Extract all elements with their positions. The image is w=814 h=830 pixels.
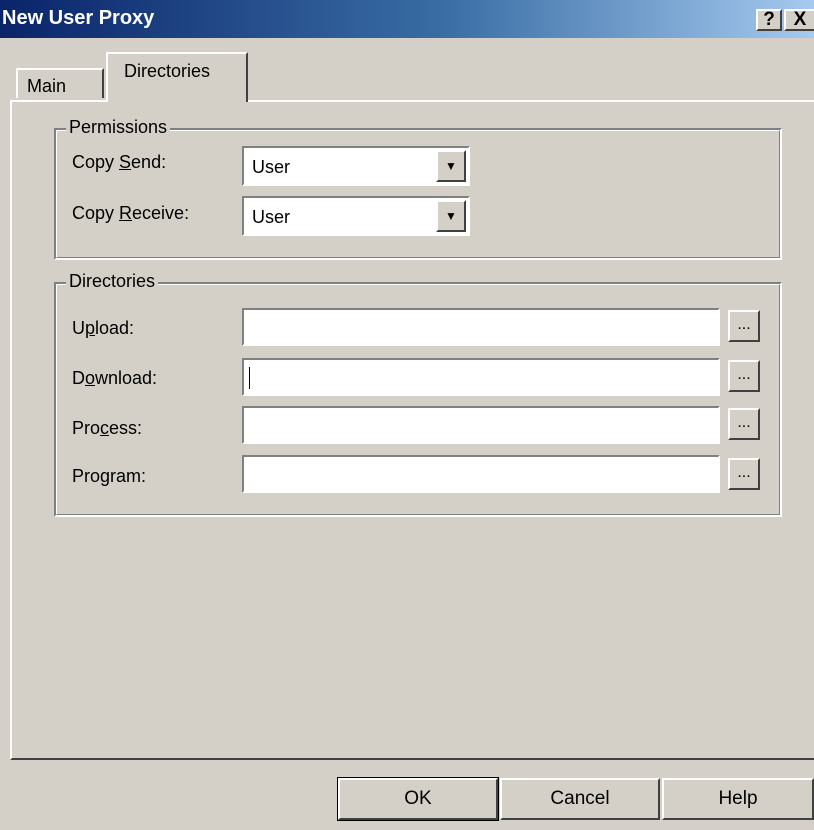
program-input[interactable] xyxy=(242,455,720,493)
upload-input[interactable] xyxy=(242,308,720,346)
title-bar: New User Proxy ? X xyxy=(0,0,814,38)
chevron-down-icon[interactable]: ▼ xyxy=(436,200,466,232)
upload-browse-button[interactable]: ... xyxy=(728,310,760,342)
copy-send-select[interactable]: User ▼ xyxy=(242,146,470,186)
download-browse-button[interactable]: ... xyxy=(728,360,760,392)
download-input[interactable] xyxy=(242,358,720,396)
download-label: Download: xyxy=(72,368,158,388)
upload-label: Upload: xyxy=(72,318,135,338)
program-browse-button[interactable]: ... xyxy=(728,458,760,490)
help-button[interactable]: Help xyxy=(662,778,814,820)
directories-legend: Directories xyxy=(66,271,159,292)
copy-send-value: User xyxy=(252,157,291,177)
tab-main[interactable]: Main xyxy=(16,68,104,98)
tab-directories[interactable]: Directories xyxy=(106,52,248,102)
ok-button[interactable]: OK xyxy=(337,777,499,821)
copy-receive-select[interactable]: User ▼ xyxy=(242,196,470,236)
tab-main-label: Main xyxy=(27,76,67,96)
window-title: New User Proxy xyxy=(2,7,155,29)
tab-directories-label: Directories xyxy=(124,61,211,81)
process-browse-button[interactable]: ... xyxy=(728,408,760,440)
permissions-legend: Permissions xyxy=(66,117,171,138)
help-icon[interactable]: ? xyxy=(756,9,782,31)
process-input[interactable] xyxy=(242,406,720,444)
cancel-button[interactable]: Cancel xyxy=(500,778,660,820)
copy-receive-label: Copy Receive: xyxy=(72,203,190,223)
close-icon[interactable]: X xyxy=(784,9,814,31)
copy-send-label: Copy Send: xyxy=(72,152,167,172)
program-label: Program: xyxy=(72,466,147,486)
copy-receive-value: User xyxy=(252,207,291,227)
text-caret xyxy=(249,367,250,389)
chevron-down-icon[interactable]: ▼ xyxy=(436,150,466,182)
process-label: Process: xyxy=(72,418,143,438)
